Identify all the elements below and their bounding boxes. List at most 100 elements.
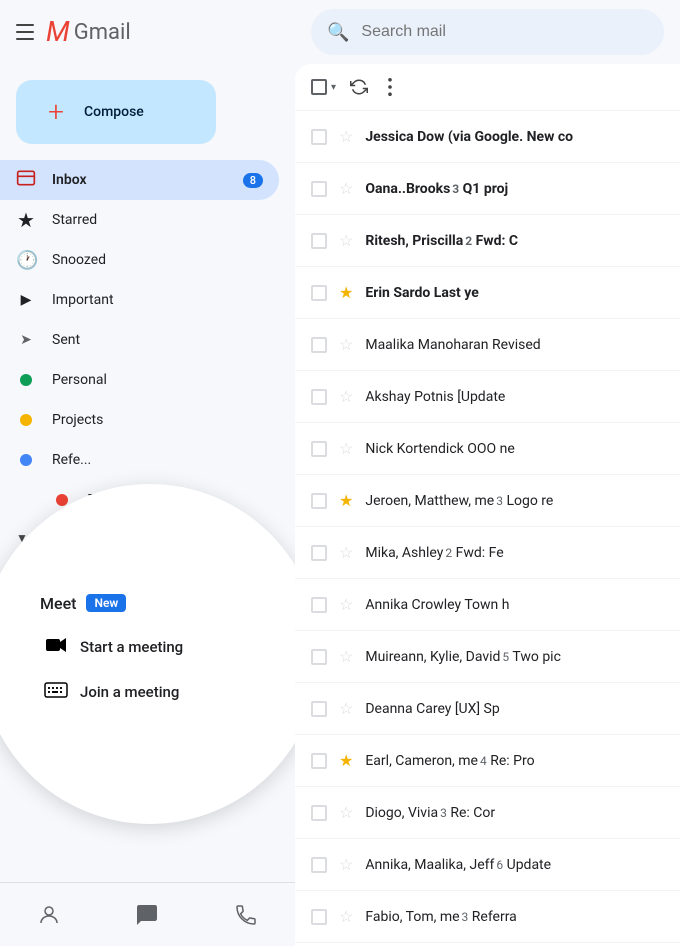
bottom-nav-person[interactable] xyxy=(37,903,61,927)
starred-label: Starred xyxy=(52,212,263,228)
email-checkbox[interactable] xyxy=(311,233,327,249)
table-row[interactable]: ☆ Jessica Dow (via Google. New co xyxy=(295,111,680,163)
bottom-nav-chat[interactable] xyxy=(135,903,159,927)
start-meeting-item[interactable]: Start a meeting xyxy=(40,625,260,670)
meet-circle-overlay: Meet New Start a meeting Join a meeting xyxy=(0,484,295,824)
star-icon[interactable]: ☆ xyxy=(339,803,353,822)
sidebar-item-starred[interactable]: ★ Starred xyxy=(0,200,279,240)
star-icon[interactable]: ☆ xyxy=(339,127,353,146)
email-sender: Deanna Carey xyxy=(365,701,451,717)
email-subject: Logo re xyxy=(506,493,553,509)
sidebar-item-important[interactable]: ▶ Important xyxy=(0,280,279,320)
star-icon[interactable]: ☆ xyxy=(339,335,353,354)
table-row[interactable]: ☆ Akshay Potnis [Update xyxy=(295,371,680,423)
table-row[interactable]: ☆ Mika, Ashley2 Fwd: Fe xyxy=(295,527,680,579)
email-checkbox[interactable] xyxy=(311,337,327,353)
email-content: Deanna Carey [UX] Sp xyxy=(365,701,664,717)
email-sender: Annika, Maalika, Jeff6 xyxy=(365,857,503,873)
email-content: Annika Crowley Town h xyxy=(365,597,664,613)
email-checkbox[interactable] xyxy=(311,805,327,821)
star-icon[interactable]: ☆ xyxy=(339,543,353,562)
star-icon[interactable]: ☆ xyxy=(339,231,353,250)
menu-icon[interactable] xyxy=(16,24,34,40)
email-checkbox[interactable] xyxy=(311,649,327,665)
email-checkbox[interactable] xyxy=(311,181,327,197)
join-meeting-item[interactable]: Join a meeting xyxy=(40,670,260,715)
email-subject: Q1 proj xyxy=(463,181,509,197)
join-meeting-label: Join a meeting xyxy=(80,683,179,701)
table-row[interactable]: ★ Jeroen, Matthew, me3 Logo re xyxy=(295,475,680,527)
select-all-checkbox[interactable] xyxy=(311,79,327,95)
email-checkbox[interactable] xyxy=(311,597,327,613)
table-row[interactable]: ☆ Nick Kortendick OOO ne xyxy=(295,423,680,475)
star-icon[interactable]: ☆ xyxy=(339,647,353,666)
email-subject: Town h xyxy=(464,597,509,613)
star-icon[interactable]: ★ xyxy=(339,491,353,510)
sidebar-item-sent[interactable]: ➤ Sent xyxy=(0,320,279,360)
compose-button[interactable]: Compose xyxy=(16,80,216,144)
sidebar-item-references[interactable]: Refe... xyxy=(0,440,279,480)
star-icon[interactable]: ☆ xyxy=(339,387,353,406)
email-checkbox[interactable] xyxy=(311,441,327,457)
email-checkbox[interactable] xyxy=(311,701,327,717)
sidebar-item-inbox[interactable]: Inbox 8 xyxy=(0,160,279,200)
snoozed-icon: 🕐 xyxy=(16,250,36,271)
chevron-select-icon[interactable]: ▾ xyxy=(331,82,336,93)
email-checkbox[interactable] xyxy=(311,857,327,873)
email-subject: Update xyxy=(507,857,551,873)
table-row[interactable]: ☆ Muireann, Kylie, David5 Two pic xyxy=(295,631,680,683)
sidebar-item-snoozed[interactable]: 🕐 Snoozed xyxy=(0,240,279,280)
email-subject: Referra xyxy=(472,909,517,925)
sidebar: Compose Inbox 8 ★ Starred 🕐 Snoozed ▶ Im… xyxy=(0,64,295,946)
email-content: Erin Sardo Last ye xyxy=(365,285,664,301)
bottom-nav-phone[interactable] xyxy=(234,903,258,927)
starred-icon: ★ xyxy=(16,208,36,232)
star-icon[interactable]: ☆ xyxy=(339,855,353,874)
table-row[interactable]: ☆ Diogo, Vivia3 Re: Cor xyxy=(295,787,680,839)
header-left: M Gmail xyxy=(16,18,311,46)
star-icon[interactable]: ☆ xyxy=(339,907,353,926)
search-bar[interactable]: 🔍 xyxy=(311,9,664,55)
star-icon[interactable]: ☆ xyxy=(339,699,353,718)
email-checkbox[interactable] xyxy=(311,285,327,301)
table-row[interactable]: ☆ Oana..Brooks3 Q1 proj xyxy=(295,163,680,215)
star-icon[interactable]: ☆ xyxy=(339,179,353,198)
email-subject: OOO ne xyxy=(467,441,515,457)
email-checkbox[interactable] xyxy=(311,389,327,405)
star-icon[interactable]: ☆ xyxy=(339,595,353,614)
table-row[interactable]: ☆ Fabio, Tom, me3 Referra xyxy=(295,891,680,943)
search-input[interactable] xyxy=(361,23,648,41)
inbox-icon xyxy=(16,168,36,193)
email-subject: Fwd: C xyxy=(476,233,518,249)
more-options-button[interactable] xyxy=(382,72,398,102)
start-meeting-label: Start a meeting xyxy=(80,638,183,656)
inbox-label: Inbox xyxy=(52,172,227,188)
refresh-button[interactable] xyxy=(344,72,374,102)
star-icon[interactable]: ★ xyxy=(339,751,353,770)
star-icon[interactable]: ☆ xyxy=(339,439,353,458)
email-subject: Re: Cor xyxy=(450,805,495,821)
table-row[interactable]: ☆ Deanna Carey [UX] Sp xyxy=(295,683,680,735)
table-row[interactable]: ☆ Maalika Manoharan Revised xyxy=(295,319,680,371)
table-row[interactable]: ★ Erin Sardo Last ye xyxy=(295,267,680,319)
table-row[interactable]: ★ Earl, Cameron, me4 Re: Pro xyxy=(295,735,680,787)
table-row[interactable]: ☆ Ritesh, Priscilla2 Fwd: C xyxy=(295,215,680,267)
sidebar-item-projects[interactable]: Projects xyxy=(0,400,279,440)
email-checkbox[interactable] xyxy=(311,493,327,509)
email-checkbox[interactable] xyxy=(311,129,327,145)
email-checkbox[interactable] xyxy=(311,753,327,769)
star-icon[interactable]: ★ xyxy=(339,283,353,302)
email-content: Nick Kortendick OOO ne xyxy=(365,441,664,457)
email-checkbox[interactable] xyxy=(311,545,327,561)
email-sender: Erin Sardo xyxy=(365,285,430,301)
personal-icon xyxy=(16,370,36,391)
table-row[interactable]: ☆ Annika, Maalika, Jeff6 Update xyxy=(295,839,680,891)
sent-icon: ➤ xyxy=(16,332,36,348)
sidebar-item-personal[interactable]: Personal xyxy=(0,360,279,400)
email-content: Maalika Manoharan Revised xyxy=(365,337,664,353)
email-checkbox[interactable] xyxy=(311,909,327,925)
table-row[interactable]: ☆ Annika Crowley Town h xyxy=(295,579,680,631)
email-content: Earl, Cameron, me4 Re: Pro xyxy=(365,753,664,769)
select-all-wrap[interactable]: ▾ xyxy=(311,79,336,95)
email-sender: Annika Crowley xyxy=(365,597,461,613)
